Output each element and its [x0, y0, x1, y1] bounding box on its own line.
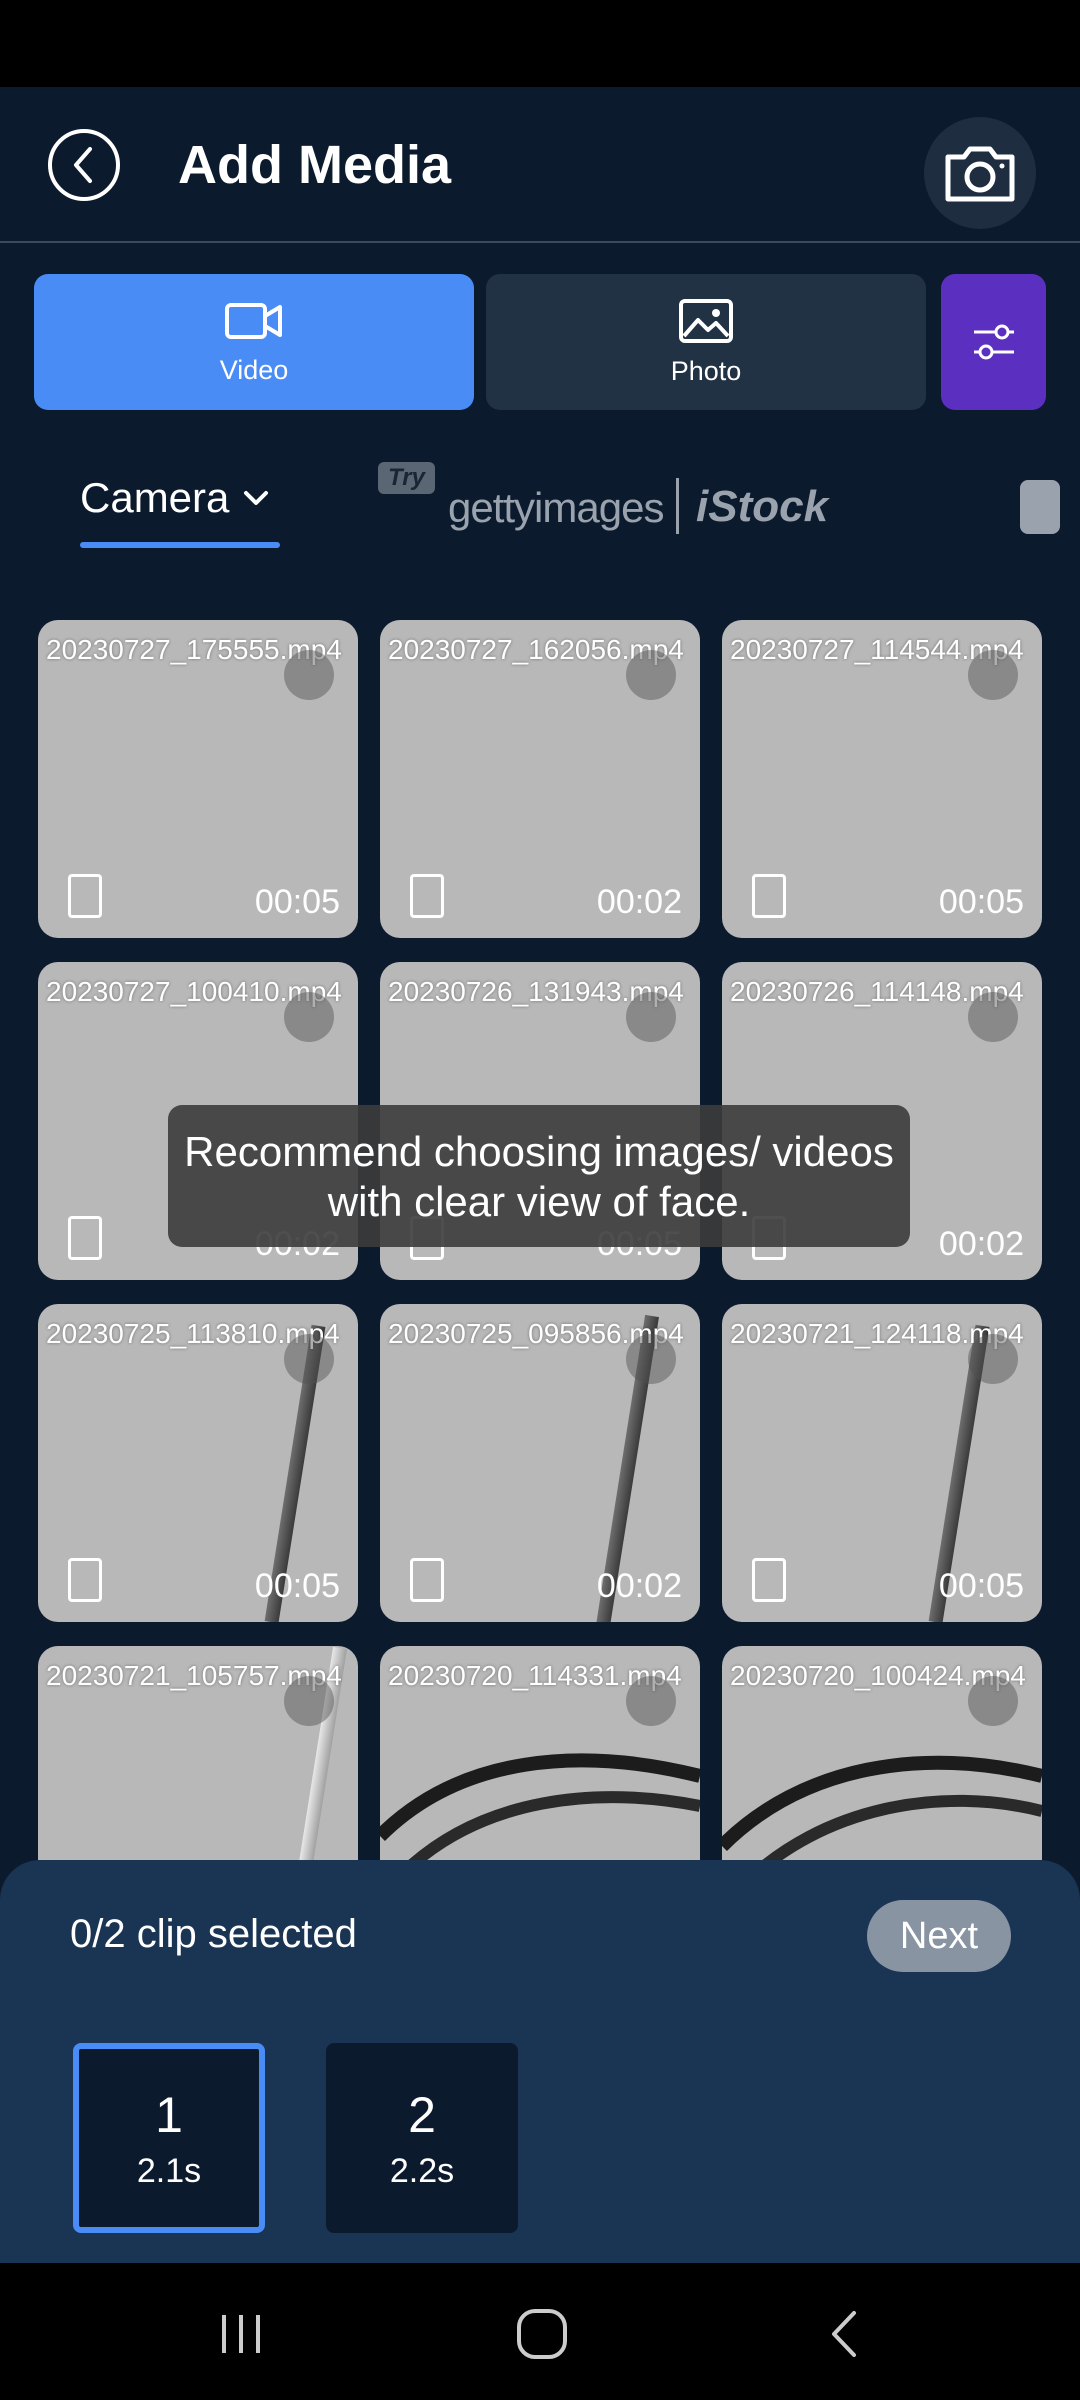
- tab-video-label: Video: [219, 354, 289, 385]
- clip-slot-2[interactable]: 2 2.2s: [326, 2043, 518, 2233]
- film-icon: [68, 1216, 102, 1260]
- shrink-icon[interactable]: [968, 1334, 1018, 1384]
- shrink-icon[interactable]: [284, 992, 334, 1042]
- film-icon: [68, 1558, 102, 1602]
- clip-slot-number: 1: [155, 2086, 183, 2143]
- filter-button[interactable]: [941, 274, 1046, 410]
- source-divider: [676, 478, 679, 534]
- tab-video[interactable]: Video: [34, 274, 474, 410]
- video-icon: [225, 302, 282, 339]
- shrink-icon[interactable]: [626, 650, 676, 700]
- media-tile[interactable]: 20230727_162056.mp4 00:02: [380, 620, 700, 938]
- more-source-icon[interactable]: [1020, 480, 1060, 534]
- media-tile[interactable]: 20230727_114544.mp4 00:05: [722, 620, 1042, 938]
- media-type-tabs: Video Photo: [34, 274, 1046, 410]
- clip-slot-number: 2: [408, 2086, 436, 2143]
- clip-slot-1[interactable]: 1 2.1s: [73, 2043, 265, 2233]
- chevron-left-icon: [74, 147, 92, 183]
- film-icon: [68, 874, 102, 918]
- media-duration: 00:02: [596, 1567, 682, 1605]
- media-tile[interactable]: 20230725_095856.mp4 00:02: [380, 1304, 700, 1622]
- shrink-icon[interactable]: [968, 992, 1018, 1042]
- face-recommendation-toast: Recommend choosing images/ videos with c…: [168, 1105, 910, 1247]
- camera-icon: [945, 146, 1015, 202]
- system-nav-bar: [0, 2263, 1080, 2400]
- shrink-icon[interactable]: [626, 992, 676, 1042]
- shrink-icon[interactable]: [284, 1334, 334, 1384]
- film-icon: [752, 874, 786, 918]
- media-duration: 00:05: [254, 1567, 340, 1605]
- back-nav-icon[interactable]: [824, 2307, 864, 2361]
- getty-images-source[interactable]: gettyimages: [448, 484, 664, 532]
- film-icon: [410, 874, 444, 918]
- tab-photo-label: Photo: [670, 355, 742, 386]
- home-icon[interactable]: [515, 2307, 569, 2361]
- media-tile[interactable]: 20230721_105757.mp4: [38, 1646, 358, 1860]
- media-duration: 00:05: [254, 883, 340, 921]
- film-icon: [752, 1558, 786, 1602]
- camera-source-dropdown[interactable]: Camera: [80, 474, 269, 522]
- shrink-icon[interactable]: [968, 650, 1018, 700]
- media-tile[interactable]: 20230725_113810.mp4 00:05: [38, 1304, 358, 1622]
- media-tile[interactable]: 20230720_100424.mp4: [722, 1646, 1042, 1860]
- clip-selection-status: 0/2 clip selected: [70, 1912, 357, 1956]
- camera-source-label: Camera: [80, 474, 230, 521]
- try-badge: Try: [378, 462, 435, 494]
- selection-panel: 0/2 clip selected Next 1 2.1s 2 2.2s: [0, 1860, 1080, 2263]
- shrink-icon[interactable]: [626, 1334, 676, 1384]
- tab-photo[interactable]: Photo: [486, 274, 926, 410]
- app-header: Add Media: [0, 87, 1080, 243]
- shrink-icon[interactable]: [968, 1676, 1018, 1726]
- shrink-icon[interactable]: [284, 650, 334, 700]
- camera-source-underline: [80, 542, 280, 548]
- clip-slot-duration: 2.1s: [136, 2151, 202, 2190]
- sliders-icon: [973, 324, 1014, 360]
- media-duration: 00:05: [938, 1567, 1024, 1605]
- camera-button[interactable]: [924, 117, 1036, 229]
- media-tile[interactable]: 20230721_124118.mp4 00:05: [722, 1304, 1042, 1622]
- media-duration: 00:02: [938, 1225, 1024, 1263]
- shrink-icon[interactable]: [626, 1676, 676, 1726]
- media-tile[interactable]: 20230727_175555.mp4 00:05: [38, 620, 358, 938]
- page-title: Add Media: [178, 135, 452, 195]
- recent-apps-icon[interactable]: [216, 2309, 266, 2359]
- back-button[interactable]: [48, 129, 120, 201]
- image-icon: [679, 298, 733, 343]
- film-icon: [410, 1558, 444, 1602]
- next-button[interactable]: Next: [867, 1900, 1011, 1972]
- media-duration: 00:05: [938, 883, 1024, 921]
- status-bar: [0, 0, 1080, 87]
- clip-slot-duration: 2.2s: [389, 2151, 455, 2190]
- istock-source[interactable]: iStock: [696, 482, 828, 532]
- source-row: Camera Try gettyimages iStock: [0, 440, 1080, 560]
- shrink-icon[interactable]: [284, 1676, 334, 1726]
- chevron-down-icon: [244, 491, 269, 505]
- media-duration: 00:02: [596, 883, 682, 921]
- media-tile[interactable]: 20230720_114331.mp4: [380, 1646, 700, 1860]
